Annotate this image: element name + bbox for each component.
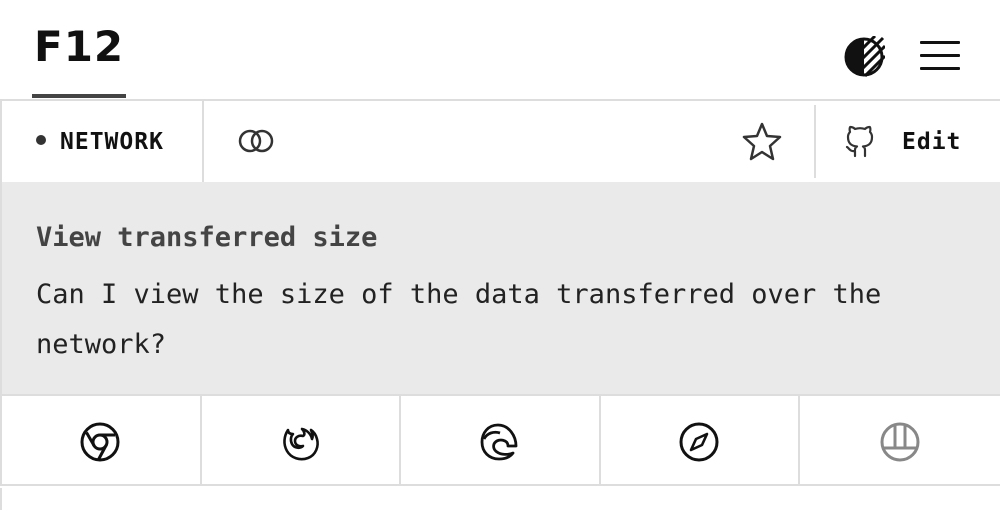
- github-icon: [845, 125, 874, 157]
- hamburger-line: [920, 54, 960, 57]
- feature-toolbar: NETWORK Edit: [0, 99, 1000, 184]
- polypane-icon: [880, 422, 920, 462]
- hamburger-line: [920, 67, 960, 70]
- category-label: NETWORK: [60, 128, 164, 155]
- browser-cell-firefox[interactable]: [202, 396, 401, 486]
- site-logo[interactable]: F12: [34, 22, 124, 71]
- theme-toggle-button[interactable]: [843, 36, 885, 78]
- browser-cell-other[interactable]: [800, 396, 1000, 486]
- category-tag[interactable]: NETWORK: [2, 101, 204, 182]
- logo-underline: [32, 94, 126, 98]
- favorite-button[interactable]: [741, 121, 783, 161]
- firefox-icon: [283, 427, 320, 461]
- browser-cell-edge[interactable]: [401, 396, 602, 486]
- star-icon: [742, 122, 782, 161]
- bullet-icon: [36, 134, 46, 145]
- browser-cell-safari[interactable]: [601, 396, 800, 486]
- feature-title: View transferred size: [36, 222, 378, 253]
- feature-description-panel: View transferred size Can I view the siz…: [0, 182, 1000, 394]
- browser-support-row: [0, 394, 1000, 486]
- site-header: F12: [0, 0, 1000, 100]
- link-icon: [238, 129, 274, 153]
- edit-label: Edit: [902, 128, 962, 155]
- contrast-icon: [844, 36, 885, 78]
- edge-icon: [480, 423, 518, 461]
- feature-description: Can I view the size of the data transfer…: [36, 279, 882, 360]
- menu-button[interactable]: [920, 38, 960, 74]
- edit-on-github-button[interactable]: Edit: [814, 105, 1000, 178]
- hamburger-menu-icon: [920, 41, 960, 44]
- safari-icon: [679, 422, 719, 462]
- chrome-icon: [80, 422, 120, 462]
- browser-cell-chrome[interactable]: [2, 396, 203, 486]
- next-section: [0, 488, 1000, 510]
- permalink-button[interactable]: [236, 125, 276, 157]
